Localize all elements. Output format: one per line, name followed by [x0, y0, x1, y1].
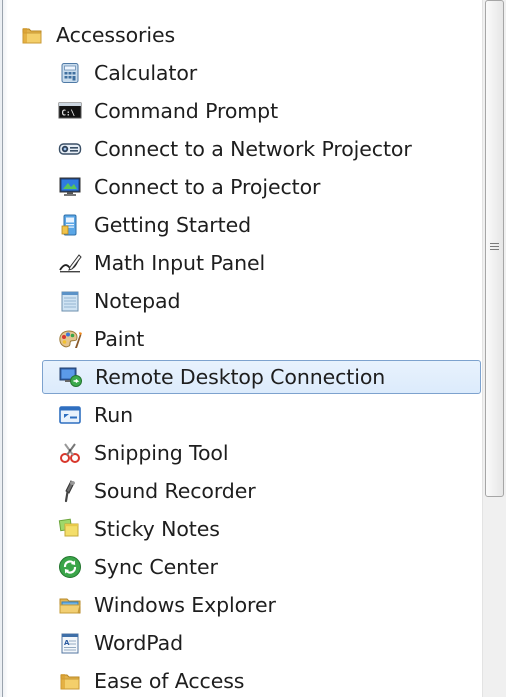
item-label: Run: [94, 403, 134, 427]
item-label: Sticky Notes: [94, 517, 220, 541]
program-remote-desktop-connection[interactable]: Remote Desktop Connection: [42, 360, 481, 394]
program-wordpad[interactable]: A WordPad: [58, 626, 480, 660]
program-calculator[interactable]: Calculator: [58, 56, 480, 90]
sticky-notes-icon: [58, 517, 82, 541]
command-prompt-icon: C:\: [58, 99, 82, 123]
svg-text:C:\: C:\: [62, 109, 76, 118]
folder-icon: [20, 23, 44, 47]
item-label: Notepad: [94, 289, 181, 313]
scrollbar-thumb[interactable]: [485, 0, 504, 497]
scrollbar-grip-icon: [490, 243, 499, 255]
item-label: Ease of Access: [94, 669, 245, 693]
sync-icon: [58, 555, 82, 579]
item-label: Math Input Panel: [94, 251, 266, 275]
program-notepad[interactable]: Notepad: [58, 284, 480, 318]
math-input-icon: [58, 251, 82, 275]
item-label: Command Prompt: [94, 99, 279, 123]
wordpad-icon: A: [58, 631, 82, 655]
program-run[interactable]: Run: [58, 398, 480, 432]
program-sticky-notes[interactable]: Sticky Notes: [58, 512, 480, 546]
explorer-icon: [58, 593, 82, 617]
program-connect-projector[interactable]: Connect to a Projector: [58, 170, 480, 204]
run-icon: [58, 403, 82, 427]
program-snipping-tool[interactable]: Snipping Tool: [58, 436, 480, 470]
item-label: Sync Center: [94, 555, 218, 579]
vertical-scrollbar[interactable]: [482, 0, 506, 697]
getting-started-icon: [58, 213, 82, 237]
folder-icon: [58, 669, 82, 693]
calculator-icon: [58, 61, 82, 85]
projector-icon: [58, 175, 82, 199]
snipping-tool-icon: [58, 441, 82, 465]
folder-ease-of-access[interactable]: Ease of Access: [58, 664, 480, 697]
item-label: Sound Recorder: [94, 479, 256, 503]
program-math-input-panel[interactable]: Math Input Panel: [58, 246, 480, 280]
program-windows-explorer[interactable]: Windows Explorer: [58, 588, 480, 622]
microphone-icon: [58, 479, 82, 503]
item-label: Calculator: [94, 61, 198, 85]
remote-desktop-icon: [59, 365, 83, 389]
item-label: Snipping Tool: [94, 441, 229, 465]
network-projector-icon: [58, 137, 82, 161]
item-label: Connect to a Projector: [94, 175, 321, 199]
program-paint[interactable]: Paint: [58, 322, 480, 356]
item-label: Connect to a Network Projector: [94, 137, 412, 161]
paint-icon: [58, 327, 82, 351]
item-label: Getting Started: [94, 213, 251, 237]
program-command-prompt[interactable]: C:\ Command Prompt: [58, 94, 480, 128]
svg-text:A: A: [64, 639, 70, 647]
program-connect-network-projector[interactable]: Connect to a Network Projector: [58, 132, 480, 166]
item-label: WordPad: [94, 631, 184, 655]
menu-left-border: [0, 0, 8, 697]
program-getting-started[interactable]: Getting Started: [58, 208, 480, 242]
item-label: Paint: [94, 327, 145, 351]
all-programs-menu: Accessories Calculator C:\ Command Promp…: [0, 0, 506, 697]
notepad-icon: [58, 289, 82, 313]
item-label: Accessories: [56, 23, 176, 47]
folder-accessories[interactable]: Accessories: [20, 18, 480, 52]
program-sound-recorder[interactable]: Sound Recorder: [58, 474, 480, 508]
item-label: Remote Desktop Connection: [95, 365, 386, 389]
program-sync-center[interactable]: Sync Center: [58, 550, 480, 584]
item-label: Windows Explorer: [94, 593, 276, 617]
